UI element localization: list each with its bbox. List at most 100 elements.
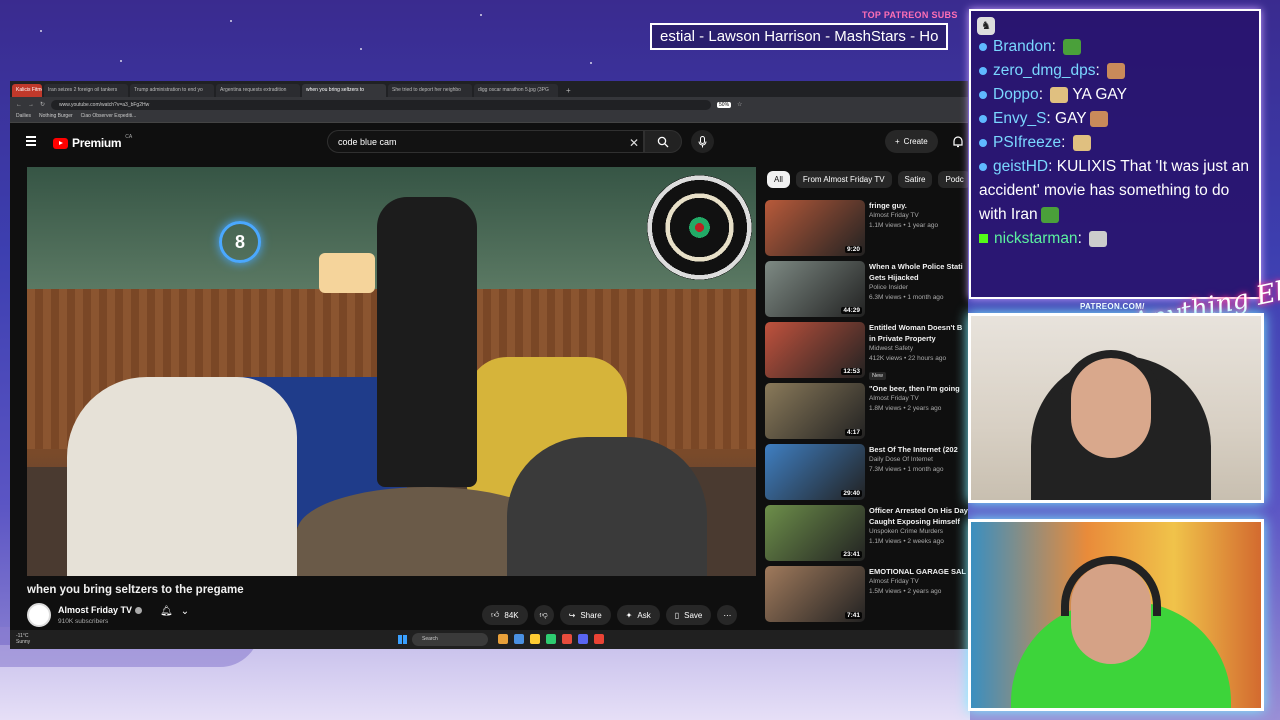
recommendation-channel: Daily Dose Of Internet <box>869 456 933 463</box>
video-thumbnail[interactable]: 4:17 <box>765 383 865 439</box>
discord-icon[interactable] <box>578 634 588 644</box>
back-icon[interactable]: ← <box>16 102 22 108</box>
chat-header-icon: ♞ <box>977 17 995 35</box>
save-button[interactable]: ▯ Save <box>665 605 712 625</box>
emote-icon <box>1050 86 1069 103</box>
tab-bar: Kalicis Fitmen Iran seizes 2 foreign oil… <box>10 81 968 97</box>
more-icon: ⋯ <box>723 610 732 620</box>
new-tab-button[interactable]: + <box>560 86 577 97</box>
like-button[interactable]: 👍︎ 84K <box>482 605 528 625</box>
microphone-icon <box>698 135 707 147</box>
browser-tab[interactable]: Trump administration to end yo <box>130 84 214 97</box>
app-icon[interactable] <box>546 634 556 644</box>
weather-desc: Sunny <box>16 639 31 645</box>
browser-tab[interactable]: Argentina requests extradition <box>216 84 300 97</box>
chip-satire[interactable]: Satire <box>897 171 933 188</box>
recommendation-item[interactable]: 7:41 EMOTIONAL GARAGE SAL Almost Friday … <box>765 566 968 627</box>
share-button[interactable]: ↪ Share <box>559 605 611 625</box>
video-thumbnail[interactable]: 29:40 <box>765 444 865 500</box>
bookmark-icon: ▯ <box>674 610 680 620</box>
bookmark-item[interactable]: Dailies <box>16 113 31 121</box>
video-thumbnail[interactable]: 9:20 <box>765 200 865 256</box>
dislike-button[interactable]: 👎︎ <box>533 605 554 625</box>
like-count: 84K <box>504 610 519 620</box>
share-label: Share <box>580 610 602 620</box>
recommendation-channel: Midwest Safety <box>869 345 914 352</box>
neon-sign: 8 <box>219 221 261 263</box>
browser-tab[interactable]: She tried to deport her neighbo <box>388 84 472 97</box>
bell-icon: 🔔︎ <box>160 606 173 617</box>
platform-icon <box>979 66 987 75</box>
thumbs-down-icon: 👎︎ <box>539 610 548 619</box>
video-duration: 23:41 <box>841 551 862 558</box>
chat-message: zero_dmg_dps: <box>979 59 1253 83</box>
recommendations-list: 9:20 fringe guy. Almost Friday TV 1.1M v… <box>765 200 968 627</box>
platform-icon <box>979 42 987 51</box>
browser-tab[interactable]: Kalicis Fitmen <box>12 84 42 97</box>
dartboard <box>647 175 752 280</box>
folder-icon[interactable] <box>530 634 540 644</box>
zoom-level[interactable]: 50% <box>717 101 732 108</box>
video-thumbnail[interactable]: 44:29 <box>765 261 865 317</box>
video-duration: 29:40 <box>841 490 862 497</box>
browser-tab-active[interactable]: when you bring seltzers to <box>302 84 386 97</box>
video-thumbnail[interactable]: 12:53 <box>765 322 865 378</box>
chrome-icon[interactable] <box>594 634 604 644</box>
chip-from-channel[interactable]: From Almost Friday TV <box>795 171 892 188</box>
channel-name[interactable]: Almost Friday TV <box>58 605 143 615</box>
recommendation-item[interactable]: 23:41 Officer Arrested On His Day Off Ca… <box>765 505 968 566</box>
recommendation-title: Entitled Woman Doesn't B <box>869 323 963 332</box>
reload-icon[interactable]: ↻ <box>40 101 45 108</box>
video-duration: 9:20 <box>844 246 862 253</box>
app-icon[interactable] <box>514 634 524 644</box>
taskbar-search[interactable]: Search <box>412 633 488 646</box>
app-icon[interactable] <box>498 634 508 644</box>
save-label: Save <box>684 610 703 620</box>
browser-tab[interactable]: Iran seizes 2 foreign oil tankers <box>44 84 128 97</box>
chip-podcasts[interactable]: Podc <box>938 171 968 188</box>
browser-tab[interactable]: digg oscar marathon 5.jpg (3PG <box>474 84 558 97</box>
filter-chips: All From Almost Friday TV Satire Podc <box>767 171 968 188</box>
star-icon[interactable]: ☆ <box>737 101 742 108</box>
chat-message: PSIfreeze: <box>979 131 1253 155</box>
recommendation-item[interactable]: 44:29 When a Whole Police Stati Gets Hij… <box>765 261 968 322</box>
search-button[interactable] <box>644 130 682 153</box>
recommendation-item[interactable]: 9:20 fringe guy. Almost Friday TV 1.1M v… <box>765 200 968 261</box>
video-duration: 7:41 <box>844 612 862 619</box>
channel-avatar[interactable] <box>27 603 51 627</box>
ask-label: Ask <box>637 610 651 620</box>
create-button[interactable]: + Create <box>885 130 938 153</box>
notifications-bell-icon[interactable] <box>952 135 964 148</box>
bookmarks-bar: Dailies Nothing Burger Ciao Observer Exp… <box>10 112 968 123</box>
video-thumbnail[interactable]: 7:41 <box>765 566 865 622</box>
weather-widget[interactable]: -11°C Sunny <box>16 633 30 645</box>
youtube-logo[interactable]: Premium CA <box>53 134 132 150</box>
chip-all[interactable]: All <box>767 171 790 188</box>
hamburger-menu-icon[interactable] <box>26 136 36 146</box>
windows-start-icon[interactable] <box>398 635 407 644</box>
more-options-button[interactable]: ⋯ <box>717 605 738 625</box>
recommendation-item[interactable]: 29:40 Best Of The Internet (202 Daily Do… <box>765 444 968 505</box>
recommendation-item[interactable]: 12:53 Entitled Woman Doesn't B in Privat… <box>765 322 968 383</box>
subscriber-count: 910K subscribers <box>58 618 109 625</box>
browser-window: Kalicis Fitmen Iran seizes 2 foreign oil… <box>10 81 968 649</box>
search-input[interactable]: code blue cam <box>327 130 644 153</box>
voice-search-button[interactable] <box>691 130 714 153</box>
patreon-subs-title: TOP PATREON SUBS <box>862 10 958 20</box>
video-thumbnail[interactable]: 23:41 <box>765 505 865 561</box>
recommendation-meta: 412K views • 22 hours ago <box>869 355 947 362</box>
subscription-bell[interactable]: 🔔︎ ⌄ <box>160 606 189 617</box>
forward-icon[interactable]: → <box>28 102 34 108</box>
bookmark-item[interactable]: Ciao Observer Expediti... <box>81 113 137 121</box>
new-badge: New <box>869 372 887 380</box>
recommendation-item[interactable]: 4:17 "One beer, then I'm going Almost Fr… <box>765 383 968 444</box>
app-icon[interactable] <box>562 634 572 644</box>
ask-button[interactable]: ✦ Ask <box>616 605 660 625</box>
bookmark-item[interactable]: Nothing Burger <box>39 113 73 121</box>
clear-search-icon[interactable]: ✕ <box>629 136 639 150</box>
recommendation-title-line2: Caught Exposing Himself <box>869 517 960 526</box>
url-field[interactable]: www.youtube.com/watch?v=a3_bFg2Hw <box>51 99 712 110</box>
chat-message: geistHD: KULIXIS That 'It was just an ac… <box>979 158 1249 223</box>
recommendation-channel: Police Insider <box>869 284 909 291</box>
video-player[interactable]: 8 <box>27 167 756 576</box>
